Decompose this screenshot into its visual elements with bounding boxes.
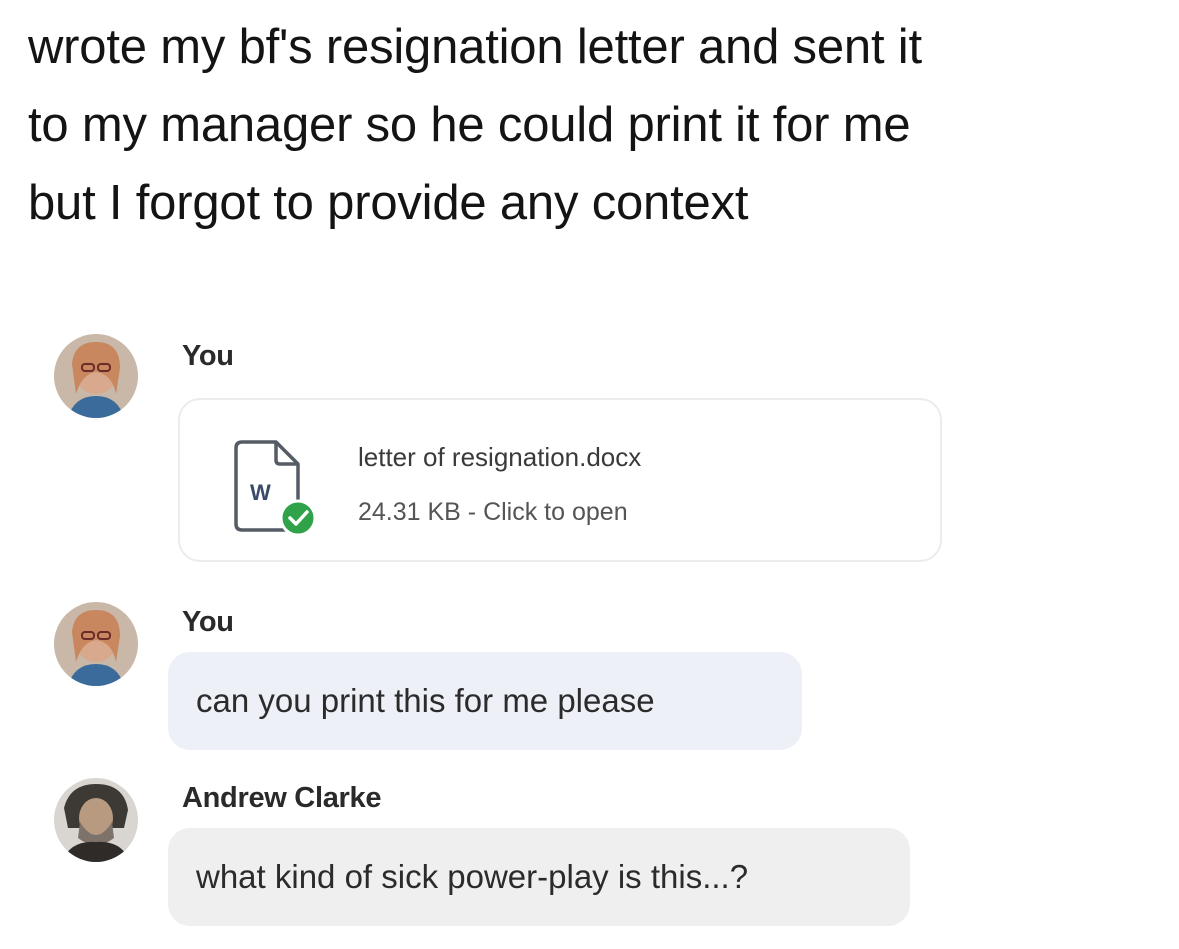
contact-avatar-icon[interactable] bbox=[54, 778, 138, 862]
file-name[interactable]: letter of resignation.docx bbox=[358, 442, 641, 473]
post-line-3: but I forgot to provide any context bbox=[28, 176, 749, 230]
word-letter: W bbox=[250, 480, 271, 505]
sender-name: Andrew Clarke bbox=[182, 782, 382, 814]
user-avatar-icon[interactable] bbox=[54, 602, 138, 686]
post-caption: wrote my bf's resignation letter and sen… bbox=[28, 8, 1148, 242]
message-bubble[interactable]: what kind of sick power-play is this...? bbox=[168, 828, 910, 926]
message-bubble[interactable]: can you print this for me please bbox=[168, 652, 802, 750]
sender-name: You bbox=[182, 340, 234, 372]
file-meta: 24.31 KB - Click to open bbox=[358, 498, 628, 526]
post-line-1: wrote my bf's resignation letter and sen… bbox=[28, 20, 922, 74]
file-attachment-card[interactable]: W letter of resignation.docx 24.31 KB - … bbox=[178, 398, 942, 562]
user-avatar-icon[interactable] bbox=[54, 334, 138, 418]
check-circle-icon bbox=[279, 499, 317, 537]
sender-name: You bbox=[182, 606, 234, 638]
post-line-2: to my manager so he could print it for m… bbox=[28, 98, 911, 152]
word-document-icon: W bbox=[224, 438, 324, 538]
